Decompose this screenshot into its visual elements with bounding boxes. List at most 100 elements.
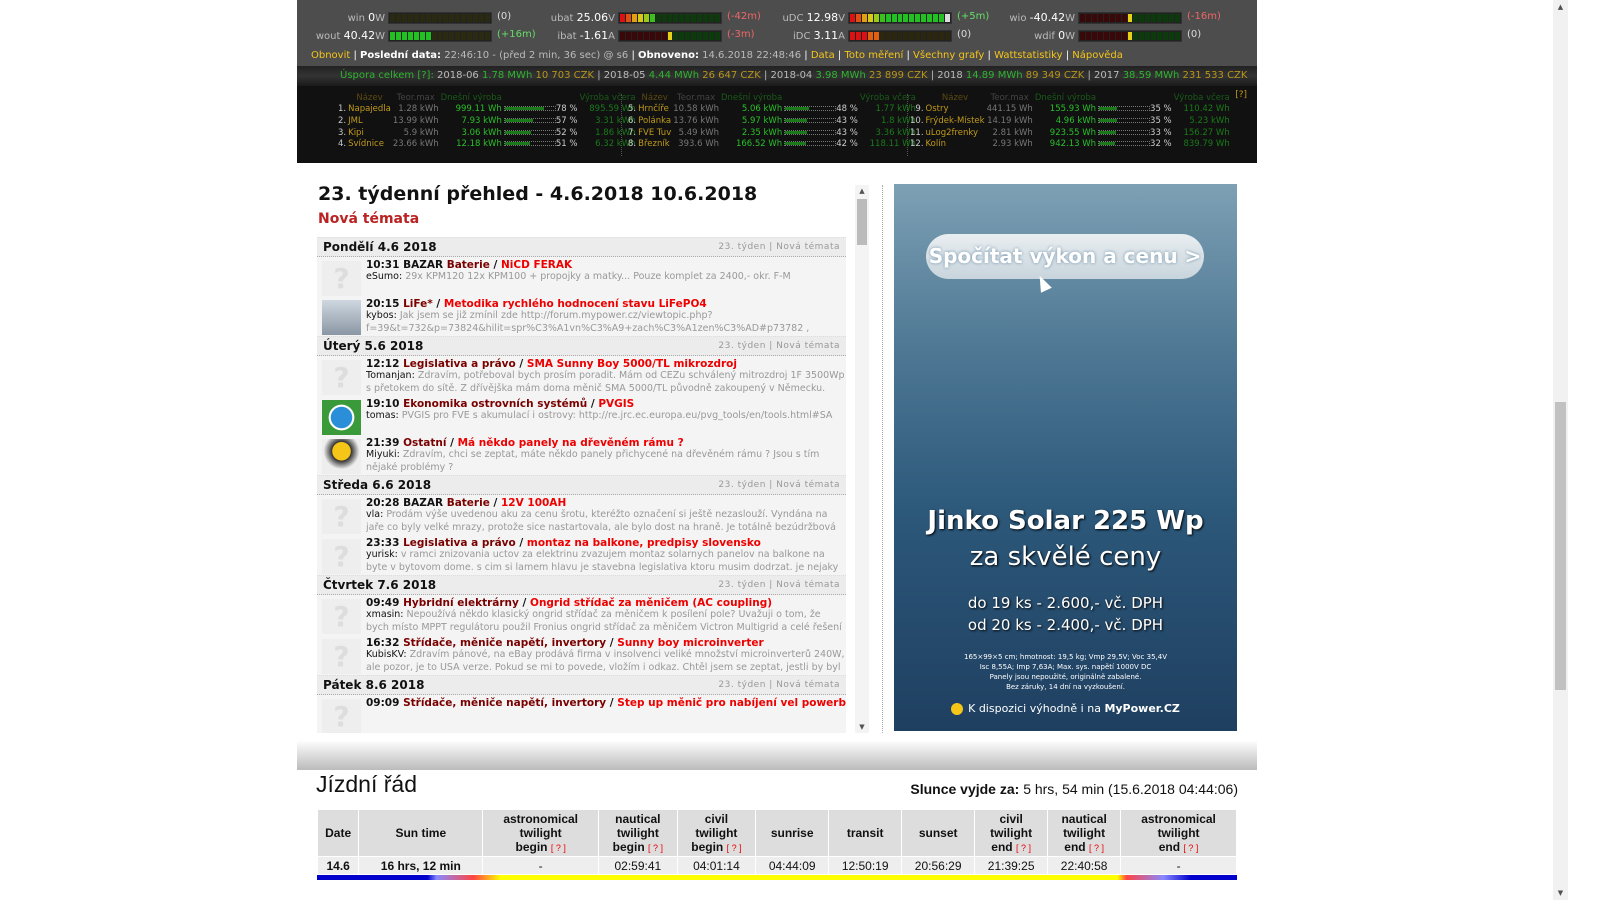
ranking-row[interactable]: 3. Kipi 5.9 kWh 3.06 kWh 52 % 1.86 kWh <box>337 127 637 139</box>
today-production: 2.35 kWh <box>741 127 783 138</box>
post-author[interactable]: Miyuki: <box>366 449 403 460</box>
topic-link[interactable]: Metodika rychlého hodnocení stavu LiFePO… <box>444 298 707 310</box>
ranking-row[interactable]: 1. Napajedla 1.28 kWh 999.11 Wh 78 % 895.59 W… <box>337 104 637 116</box>
excerpt-text: 29x KPM120 12x KPM100 + propojky a matky… <box>405 271 791 282</box>
list-item[interactable]: ? 09:09 Střídače, měniče napětí, invertor… <box>317 695 846 733</box>
topic-link[interactable]: SMA Sunny Boy 5000/TL mikrozdroj <box>527 358 737 370</box>
category-link[interactable]: Ekonomika ostrovních systémů <box>403 398 587 410</box>
post-author[interactable]: tomas: <box>366 410 402 421</box>
topic-list-scrollbar[interactable]: ▲ ▼ <box>855 185 869 733</box>
production-bar <box>503 117 556 123</box>
topic-link[interactable]: Má někdo panely na dřevěném rámu ? <box>458 437 684 449</box>
ranking-row[interactable]: 7. FVE Tuv 5.49 kWh 2.35 kWh 43 % 3.36 kWh <box>627 127 917 139</box>
category-link[interactable]: Baterie <box>447 497 490 509</box>
this-measurement-link[interactable]: Toto měření <box>844 50 903 61</box>
list-item[interactable]: ? 09:49 Hybridní elektrárny / Ongrid stří… <box>317 595 846 634</box>
station-name[interactable]: FVE Tuv <box>637 127 672 139</box>
topic-link[interactable]: NiCD FERAK <box>501 259 572 271</box>
post-author[interactable]: KubisKV: <box>366 649 410 660</box>
ranking-row[interactable]: 8. Březník 393.6 Wh 166.52 Wh 42 % 118.11 Wh <box>627 138 917 150</box>
day-meta[interactable]: 23. týden | Nová témata <box>718 242 840 252</box>
category-link[interactable]: Legislativa a právo <box>403 537 516 549</box>
scroll-up-icon[interactable]: ▲ <box>855 187 869 195</box>
station-name[interactable]: JML <box>347 115 392 127</box>
ad-banner[interactable]: Spočítat výkon a cenu > Jinko Solar 225 … <box>894 184 1237 731</box>
refresh-link[interactable]: Obnovit <box>311 50 350 61</box>
category-link[interactable]: LiFe* <box>403 298 433 310</box>
station-name[interactable]: Kolín <box>925 138 986 150</box>
post-author[interactable]: eSumo: <box>366 271 405 282</box>
day-meta[interactable]: 23. týden | Nová témata <box>718 341 840 351</box>
list-item[interactable]: ? 10:31 BAZAR Baterie / NiCD FERAK eSumo: … <box>317 257 846 296</box>
day-meta[interactable]: 23. týden | Nová témata <box>718 580 840 590</box>
post-author[interactable]: vla: <box>366 509 386 520</box>
all-graphs-link[interactable]: Všechny grafy <box>913 50 984 61</box>
header-text: Sun time <box>395 826 447 840</box>
ranking-row[interactable]: 10. Frýdek-Místek 14.19 kWh 4.96 kWh 35 % 5.2… <box>909 115 1231 127</box>
ranking-row[interactable]: 9. Ostry 441.15 Wh 155.93 Wh 35 % 110.42 Wh <box>909 104 1231 116</box>
help-link[interactable]: [ ? ] <box>1089 843 1104 853</box>
post-author[interactable]: xmasin: <box>366 609 407 620</box>
topic-link[interactable]: montaz na balkone, predpisy slovensko <box>527 537 761 549</box>
category-link[interactable]: Střídače, měniče napětí, invertory <box>403 637 606 649</box>
calculate-button[interactable]: Spočítat výkon a cenu > <box>926 234 1204 279</box>
station-name[interactable]: Hrnčíře <box>637 104 672 116</box>
list-item[interactable]: 20:15 LiFe* / Metodika rychlého hodnocen… <box>317 296 846 335</box>
category-link[interactable]: Střídače, měniče napětí, invertory <box>403 697 606 709</box>
category-link[interactable]: Hybridní elektrárny <box>403 597 519 609</box>
list-item[interactable]: ? 16:32 Střídače, měniče napětí, invertor… <box>317 635 846 674</box>
help-link[interactable]: [ ? ] <box>1183 843 1198 853</box>
page-scrollbar[interactable]: ▲ ▼ <box>1553 0 1568 900</box>
topic-link[interactable]: Sunny boy microinverter <box>617 637 763 649</box>
production-bar <box>784 117 837 123</box>
station-name[interactable]: Svídnice <box>347 138 392 150</box>
wattstatistics-link[interactable]: Wattstatistiky <box>994 50 1062 61</box>
day-meta[interactable]: 23. týden | Nová témata <box>718 480 840 490</box>
station-name[interactable]: Polánka <box>637 115 672 127</box>
scroll-down-icon[interactable]: ▼ <box>855 723 869 731</box>
scroll-up-icon[interactable]: ▲ <box>1553 3 1568 11</box>
ranking-row[interactable]: 6. Polánka 13.76 kWh 5.97 kWh 43 % 1.8 kWh <box>627 115 917 127</box>
help-link[interactable]: [ ? ] <box>1016 843 1031 853</box>
post-author[interactable]: yurisk: <box>366 549 401 560</box>
header-text: begin <box>515 839 548 854</box>
post-author[interactable]: kybos: <box>366 310 400 321</box>
topic-list[interactable]: Pondělí 4.6 2018 23. týden | Nová témata?… <box>317 237 846 733</box>
topic-link[interactable]: Ongrid střídač za měničem (AC coupling) <box>530 597 772 609</box>
scrollbar-thumb[interactable] <box>857 199 867 245</box>
page-scrollbar-thumb[interactable] <box>1555 402 1566 690</box>
post-author[interactable]: Tomanjan: <box>366 370 418 381</box>
stat-delta: (0) <box>1187 29 1202 40</box>
ranking-row[interactable]: 4. Svídnice 23.66 kWh 12.18 kWh 51 % 6.32 kWh <box>337 138 637 150</box>
station-name[interactable]: Frýdek-Místek <box>925 115 986 127</box>
topic-link[interactable]: 12V 100AH <box>501 497 566 509</box>
scroll-down-icon[interactable]: ▼ <box>1553 889 1568 897</box>
ranking-row[interactable]: 5. Hrnčíře 10.58 kWh 5.06 kWh 48 % 1.77 kWh <box>627 104 917 116</box>
category-link[interactable]: Ostatní <box>403 437 446 449</box>
help-link[interactable]: [ ? ] <box>727 843 742 853</box>
list-item[interactable]: ? 12:12 Legislativa a právo / SMA Sunny B… <box>317 356 846 395</box>
station-name[interactable]: Napajedla <box>347 104 392 116</box>
list-item[interactable]: ? 23:33 Legislativa a právo / montaz na b… <box>317 535 846 574</box>
topic-link[interactable]: PVGIS <box>598 398 634 410</box>
data-link[interactable]: Data <box>811 50 835 61</box>
station-name[interactable]: Ostry <box>925 104 986 116</box>
excerpt-text: Zdravím pánové, na eBay prodává firma v … <box>366 649 845 673</box>
day-meta[interactable]: 23. týden | Nová témata <box>718 680 840 690</box>
topic-link[interactable]: Step up měnič pro nabíjení vel powerbank… <box>617 697 846 709</box>
list-item[interactable]: 19:10 Ekonomika ostrovních systémů / PVG… <box>317 396 846 435</box>
help-link[interactable]: [ ? ] <box>551 843 566 853</box>
help-link[interactable]: Nápověda <box>1072 50 1123 61</box>
list-item[interactable]: 21:39 Ostatní / Má někdo panely na dřevě… <box>317 435 846 474</box>
ranking-help-link[interactable]: [?] <box>1235 90 1247 100</box>
station-name[interactable]: Kipi <box>347 127 392 139</box>
station-name[interactable]: uLog2frenky <box>925 127 986 139</box>
ranking-row[interactable]: 12. Kolín 2.93 kWh 942.13 Wh 32 % 839.79 Wh <box>909 138 1231 150</box>
station-name[interactable]: Březník <box>637 138 672 150</box>
ranking-row[interactable]: 2. JML 13.99 kWh 7.93 kWh 57 % 3.31 kWh <box>337 115 637 127</box>
ranking-row[interactable]: 11. uLog2frenky 2.81 kWh 923.55 Wh 33 % 156.2… <box>909 127 1231 139</box>
help-link[interactable]: [ ? ] <box>648 843 663 853</box>
list-item[interactable]: ? 20:28 BAZAR Baterie / 12V 100AH vla: Pro… <box>317 495 846 534</box>
category-link[interactable]: Legislativa a právo <box>403 358 516 370</box>
category-link[interactable]: Baterie <box>447 259 490 271</box>
